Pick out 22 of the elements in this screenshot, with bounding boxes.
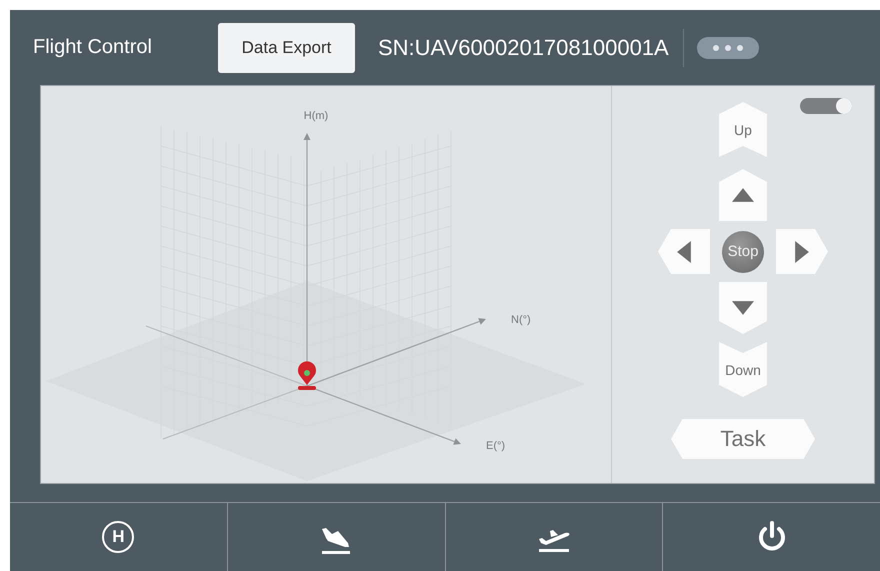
axis-label: E(°) xyxy=(486,440,506,452)
helipad-icon: H xyxy=(102,521,134,553)
app-title: Flight Control xyxy=(33,36,153,59)
right-button[interactable] xyxy=(776,229,828,274)
down-button[interactable]: Down xyxy=(719,342,767,397)
axis-label: H(m) xyxy=(304,110,328,122)
task-button[interactable]: Task xyxy=(671,419,815,459)
axis-label: N(°) xyxy=(511,314,531,326)
data-export-button[interactable]: Data Export xyxy=(218,22,355,72)
left-triangle-icon xyxy=(677,240,691,262)
forward-button[interactable] xyxy=(719,169,767,221)
location-pin-icon xyxy=(298,361,316,390)
right-triangle-icon xyxy=(795,240,809,262)
down-triangle-icon xyxy=(732,301,754,315)
stop-button[interactable]: Stop xyxy=(722,230,764,272)
more-button[interactable] xyxy=(696,36,759,58)
left-button[interactable] xyxy=(658,229,710,274)
toggle-switch[interactable] xyxy=(800,98,852,114)
up-triangle-icon xyxy=(732,188,754,202)
backward-button[interactable] xyxy=(719,282,767,334)
serial-number: SN:UAV6000201708100001A xyxy=(378,34,669,60)
up-button[interactable]: Up xyxy=(719,102,767,157)
